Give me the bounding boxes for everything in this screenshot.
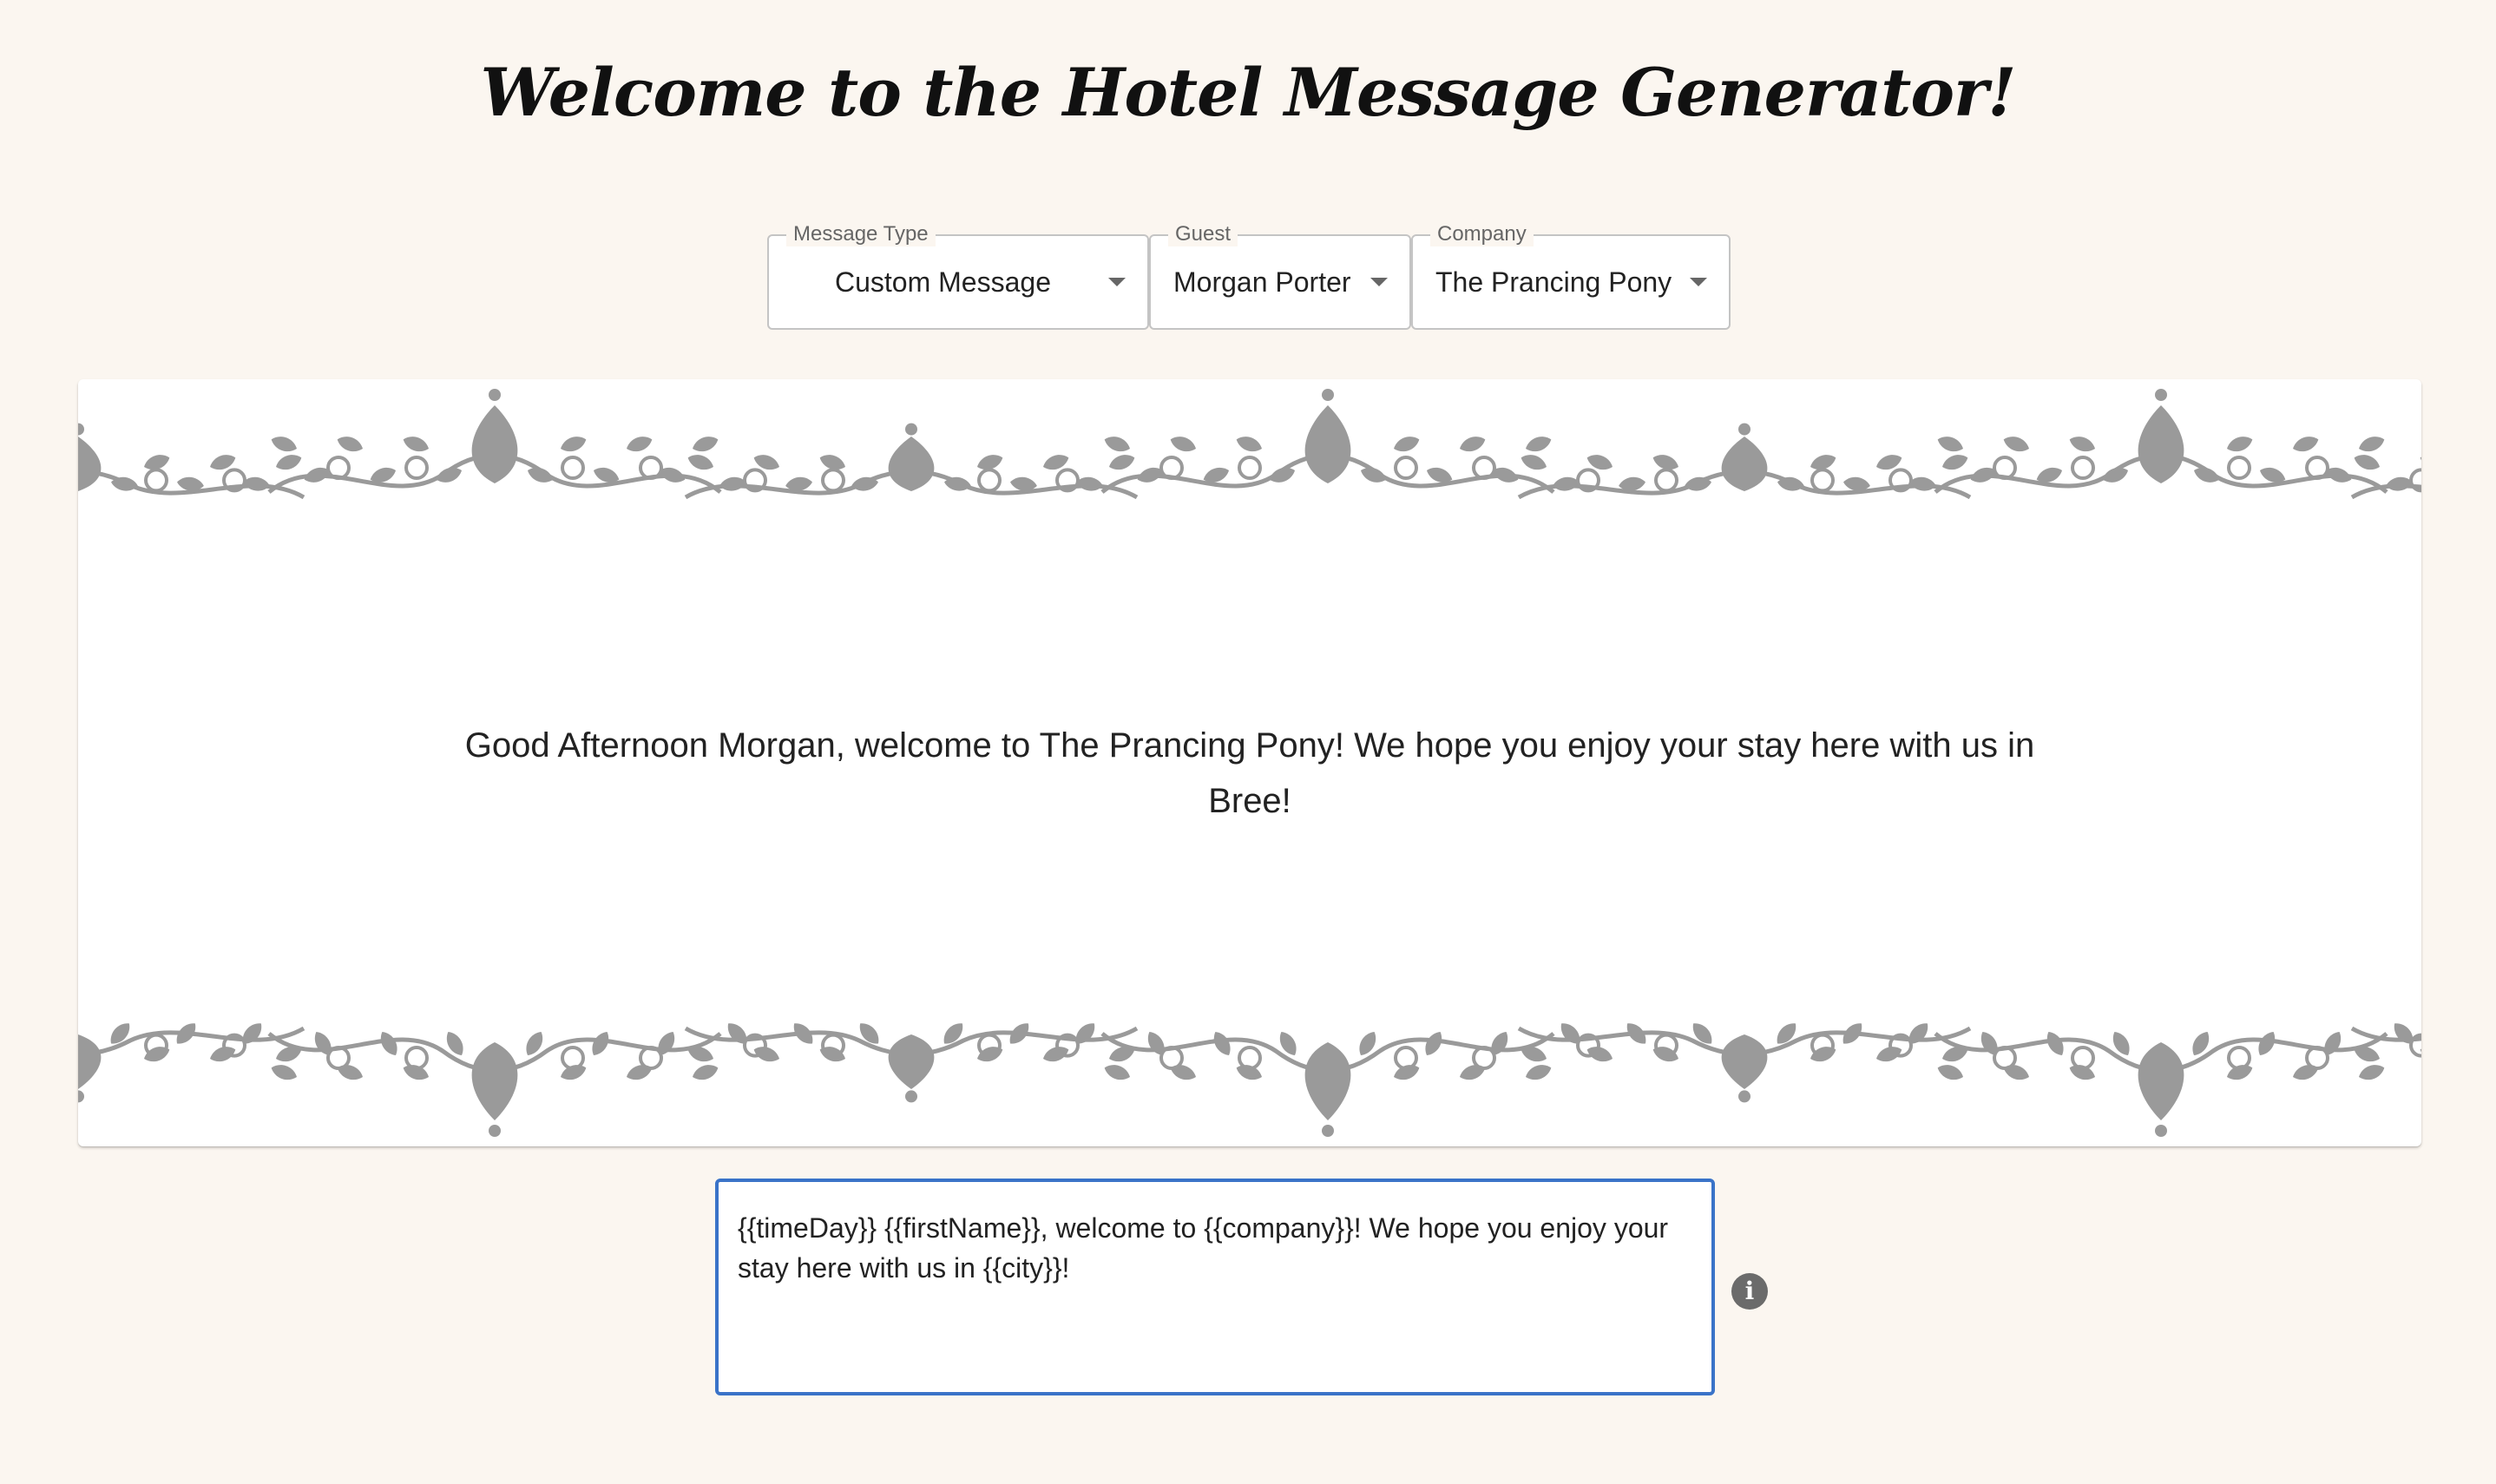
preview-message: Good Afternoon Morgan, welcome to The Pr… <box>464 726 2035 820</box>
company-value: The Prancing Pony <box>1435 266 1672 298</box>
caret-down-icon <box>1370 278 1388 286</box>
page-title: Welcome to the Hotel Message Generator! <box>480 54 2017 131</box>
template-editor[interactable]: {{timeDay}} {{firstName}}, welcome to {{… <box>715 1179 1715 1395</box>
floral-border-bottom <box>78 1023 2421 1137</box>
message-type-value: Custom Message <box>835 266 1051 298</box>
message-type-select[interactable]: Message Type Custom Message <box>767 222 1149 330</box>
caret-down-icon <box>1108 278 1126 286</box>
caret-down-icon <box>1690 278 1707 286</box>
info-icon[interactable]: i <box>1731 1273 1768 1310</box>
company-select[interactable]: Company The Prancing Pony <box>1411 222 1731 330</box>
guest-select[interactable]: Guest Morgan Porter <box>1149 222 1411 330</box>
message-preview-card: Good Afternoon Morgan, welcome to The Pr… <box>78 379 2421 1146</box>
floral-border-top <box>78 389 2421 500</box>
guest-value: Morgan Porter <box>1173 266 1351 298</box>
